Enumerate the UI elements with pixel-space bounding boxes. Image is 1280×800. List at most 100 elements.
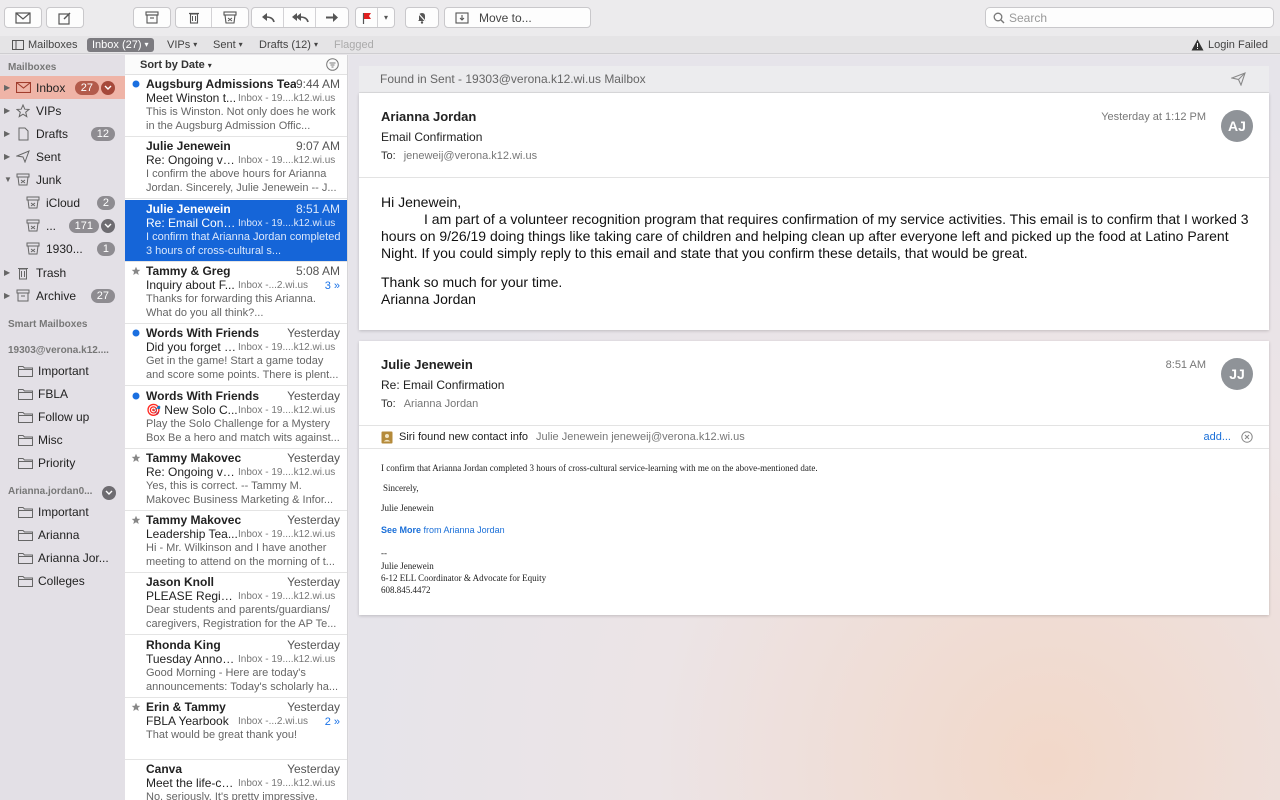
fav-flagged-button[interactable]: Flagged xyxy=(334,38,374,52)
message-row[interactable]: Canva Yesterday Meet the life-ch... Inbox -… xyxy=(125,760,347,800)
junk-icon xyxy=(24,195,42,211)
message-mailbox: Inbox - 19....k12.wi.us xyxy=(238,529,336,541)
message-row[interactable]: Tammy Makovec Yesterday Re: Ongoing vol...… xyxy=(125,449,347,511)
sidebar-folder[interactable]: FBLA xyxy=(0,382,125,405)
avatar[interactable]: JJ xyxy=(1221,358,1253,390)
move-to-button[interactable]: Move to... xyxy=(444,7,591,28)
message-row[interactable]: Words With Friends Yesterday Did you forge… xyxy=(125,324,347,387)
message-row[interactable]: Jason Knoll Yesterday PLEASE Registe... Inb… xyxy=(125,573,347,636)
message-subject: Inquiry about F... xyxy=(146,277,235,292)
junk-button[interactable] xyxy=(212,8,248,27)
fav-mailboxes-button[interactable]: Mailboxes xyxy=(12,38,78,52)
sidebar-item-vips[interactable]: ▶ VIPs xyxy=(0,99,125,122)
fav-sent-button[interactable]: Sent ▾ xyxy=(213,38,243,52)
close-icon[interactable] xyxy=(1241,431,1253,443)
sidebar-item-junk-account[interactable]: ... 171 xyxy=(0,214,125,237)
message-row[interactable]: Tammy Makovec Yesterday Leadership Tea... I… xyxy=(125,511,347,574)
search-input[interactable] xyxy=(1009,10,1259,25)
reply-all-button[interactable] xyxy=(284,8,316,27)
unread-count-badge: 27 xyxy=(74,80,99,95)
message-time: Yesterday xyxy=(287,637,340,652)
flag-menu-button[interactable]: ▾ xyxy=(378,8,394,27)
sort-button[interactable]: Sort by Date ▾ xyxy=(140,59,212,71)
disclosure-triangle-icon[interactable]: ▶ xyxy=(4,152,14,161)
disclosure-triangle-icon[interactable]: ▶ xyxy=(4,268,14,277)
sidebar-item-trash[interactable]: ▶ Trash xyxy=(0,261,125,284)
message-row[interactable]: Julie Jenewein 9:07 AM Re: Ongoing vol... I… xyxy=(125,137,347,200)
paper-plane-icon xyxy=(1231,72,1246,86)
folder-icon xyxy=(16,527,34,543)
sidebar-item-drafts[interactable]: ▶ Drafts 12 xyxy=(0,122,125,145)
sidebar-item-inbox[interactable]: ▶ Inbox 27 xyxy=(0,76,125,99)
search-field[interactable] xyxy=(985,7,1274,28)
sidebar-folder[interactable]: Important xyxy=(0,500,125,523)
get-mail-button[interactable] xyxy=(4,7,42,28)
message-preview: No, seriously. It's pretty impressive. xyxy=(146,791,318,800)
message-row[interactable]: Julie Jenewein 8:51 AM Re: Email Confir...… xyxy=(125,199,347,262)
sidebar-folder[interactable]: Colleges xyxy=(0,569,125,592)
filter-icon[interactable] xyxy=(326,58,339,71)
unread-dot-icon xyxy=(132,392,140,399)
message-row[interactable]: Augsburg Admissions Team 9:44 AM Meet Wins… xyxy=(125,75,347,137)
disclosure-triangle-icon[interactable]: ▶ xyxy=(4,291,14,300)
message-time: Yesterday xyxy=(287,513,340,528)
message-preview: I confirm that Arianna Jordan completed … xyxy=(146,230,341,257)
reply-icon xyxy=(261,13,275,23)
sidebar-item-label: Important xyxy=(38,504,89,519)
message-mailbox: Inbox - 19....k12.wi.us xyxy=(238,217,336,229)
sidebar-folder[interactable]: Follow up xyxy=(0,405,125,428)
message-preview: Thanks for forwarding this Arianna. What… xyxy=(146,292,316,319)
sidebar-item-label: Inbox xyxy=(36,80,66,95)
message-row[interactable]: Words With Friends Yesterday 🎯 New Solo C.… xyxy=(125,387,347,449)
sidebar-item-label: iCloud xyxy=(46,195,81,210)
sidebar-folder[interactable]: Misc xyxy=(0,428,125,451)
disclosure-triangle-icon[interactable]: ▶ xyxy=(4,129,14,138)
sidebar-folder[interactable]: Priority xyxy=(0,451,125,474)
siri-add-button[interactable]: add... xyxy=(1203,431,1231,443)
message-mailbox: Inbox - 19....k12.wi.us xyxy=(238,404,336,416)
archive-button[interactable] xyxy=(133,7,171,28)
sidebar-item-archive[interactable]: ▶ Archive 27 xyxy=(0,284,125,307)
thanks-line: Thank so much for your time. xyxy=(381,274,563,290)
mute-button[interactable] xyxy=(405,7,439,28)
fav-inbox-button[interactable]: Inbox (27) ▾ xyxy=(87,38,154,52)
avatar[interactable]: AJ xyxy=(1221,110,1253,142)
message-date: Yesterday at 1:12 PM xyxy=(1101,111,1206,123)
compose-button[interactable] xyxy=(46,7,84,28)
count-badge: 1 xyxy=(96,241,115,256)
message-row[interactable]: Rhonda King Yesterday Tuesday Annou... Inbo… xyxy=(125,636,347,698)
sidebar-item-junk-1930[interactable]: 1930... 1 xyxy=(0,237,125,260)
recipient-address[interactable]: jeneweij@verona.k12.wi.us xyxy=(404,150,537,162)
sidebar-item-label: Sent xyxy=(36,149,61,164)
disclosure-triangle-icon[interactable]: ▶ xyxy=(4,83,14,92)
reply-button[interactable] xyxy=(252,8,284,27)
disclosure-triangle-open-icon[interactable]: ▼ xyxy=(4,175,14,184)
chevron-down-icon: ▾ xyxy=(313,40,318,49)
sidebar-folder[interactable]: Important xyxy=(0,359,125,382)
sidebar-header-smart-mailboxes: Smart Mailboxes xyxy=(8,319,88,330)
see-more-link[interactable]: See More from Arianna Jordan xyxy=(381,525,505,535)
forward-button[interactable] xyxy=(316,8,348,27)
message-row[interactable]: Tammy & Greg 5:08 AM Inquiry about F... Inb… xyxy=(125,262,347,324)
sidebar-folder[interactable]: Arianna xyxy=(0,523,125,546)
message-sender: Tammy & Greg xyxy=(146,263,231,278)
disclosure-triangle-icon[interactable]: ▶ xyxy=(4,106,14,115)
sidebar-item-junk[interactable]: ▼ Junk xyxy=(0,168,125,191)
sidebar-folder[interactable]: Arianna Jor... xyxy=(0,546,125,569)
message-subject: Meet Winston t... xyxy=(146,91,237,105)
thread-count[interactable]: 3 » xyxy=(325,280,340,292)
thread-count[interactable]: 2 » xyxy=(325,716,340,728)
sidebar-item-label: FBLA xyxy=(38,386,69,401)
delete-button[interactable] xyxy=(176,8,212,27)
message-sender: Tammy Makovec xyxy=(146,450,242,465)
sidebar-item-junk-icloud[interactable]: iCloud 2 xyxy=(0,191,125,214)
sidebar-item-label: Arianna Jor... xyxy=(38,550,109,565)
sidebar-item-sent[interactable]: ▶ Sent xyxy=(0,145,125,168)
login-failed-button[interactable]: Login Failed xyxy=(1191,38,1268,52)
inbox-icon xyxy=(14,80,32,96)
fav-drafts-button[interactable]: Drafts (12) ▾ xyxy=(259,38,318,52)
recipient-name[interactable]: Arianna Jordan xyxy=(404,398,479,410)
flag-button[interactable] xyxy=(356,8,378,27)
message-row[interactable]: Erin & Tammy Yesterday FBLA Yearbook Inbox … xyxy=(125,698,347,760)
fav-vips-button[interactable]: VIPs ▾ xyxy=(167,38,197,52)
